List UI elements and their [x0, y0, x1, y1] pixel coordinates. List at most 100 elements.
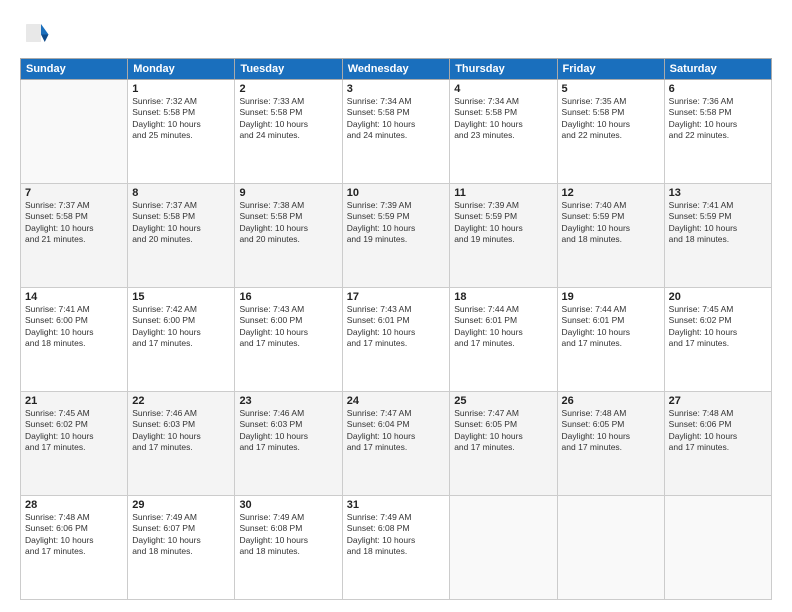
- calendar-cell: [664, 496, 771, 600]
- logo-icon: [20, 18, 50, 48]
- calendar-cell: 13Sunrise: 7:41 AM Sunset: 5:59 PM Dayli…: [664, 184, 771, 288]
- calendar-cell: 20Sunrise: 7:45 AM Sunset: 6:02 PM Dayli…: [664, 288, 771, 392]
- calendar-cell: 22Sunrise: 7:46 AM Sunset: 6:03 PM Dayli…: [128, 392, 235, 496]
- calendar-cell: 1Sunrise: 7:32 AM Sunset: 5:58 PM Daylig…: [128, 80, 235, 184]
- day-number: 16: [239, 291, 337, 303]
- calendar-cell: 16Sunrise: 7:43 AM Sunset: 6:00 PM Dayli…: [235, 288, 342, 392]
- day-info: Sunrise: 7:45 AM Sunset: 6:02 PM Dayligh…: [669, 304, 767, 350]
- day-number: 17: [347, 291, 446, 303]
- calendar-cell: 15Sunrise: 7:42 AM Sunset: 6:00 PM Dayli…: [128, 288, 235, 392]
- calendar-cell: 27Sunrise: 7:48 AM Sunset: 6:06 PM Dayli…: [664, 392, 771, 496]
- calendar-cell: 29Sunrise: 7:49 AM Sunset: 6:07 PM Dayli…: [128, 496, 235, 600]
- calendar-cell: 10Sunrise: 7:39 AM Sunset: 5:59 PM Dayli…: [342, 184, 450, 288]
- calendar-col-saturday: Saturday: [664, 59, 771, 80]
- day-number: 26: [562, 395, 660, 407]
- calendar-cell: 14Sunrise: 7:41 AM Sunset: 6:00 PM Dayli…: [21, 288, 128, 392]
- day-number: 23: [239, 395, 337, 407]
- day-number: 12: [562, 187, 660, 199]
- calendar-cell: 9Sunrise: 7:38 AM Sunset: 5:58 PM Daylig…: [235, 184, 342, 288]
- day-info: Sunrise: 7:38 AM Sunset: 5:58 PM Dayligh…: [239, 200, 337, 246]
- day-info: Sunrise: 7:43 AM Sunset: 6:00 PM Dayligh…: [239, 304, 337, 350]
- calendar-header-row: SundayMondayTuesdayWednesdayThursdayFrid…: [21, 59, 772, 80]
- day-number: 5: [562, 83, 660, 95]
- calendar-col-friday: Friday: [557, 59, 664, 80]
- calendar-cell: 30Sunrise: 7:49 AM Sunset: 6:08 PM Dayli…: [235, 496, 342, 600]
- day-info: Sunrise: 7:32 AM Sunset: 5:58 PM Dayligh…: [132, 96, 230, 142]
- day-number: 3: [347, 83, 446, 95]
- calendar-cell: 12Sunrise: 7:40 AM Sunset: 5:59 PM Dayli…: [557, 184, 664, 288]
- calendar-cell: [450, 496, 557, 600]
- day-info: Sunrise: 7:33 AM Sunset: 5:58 PM Dayligh…: [239, 96, 337, 142]
- calendar-table: SundayMondayTuesdayWednesdayThursdayFrid…: [20, 58, 772, 600]
- day-number: 20: [669, 291, 767, 303]
- day-number: 10: [347, 187, 446, 199]
- calendar-cell: 24Sunrise: 7:47 AM Sunset: 6:04 PM Dayli…: [342, 392, 450, 496]
- calendar-col-sunday: Sunday: [21, 59, 128, 80]
- day-info: Sunrise: 7:36 AM Sunset: 5:58 PM Dayligh…: [669, 96, 767, 142]
- day-info: Sunrise: 7:34 AM Sunset: 5:58 PM Dayligh…: [347, 96, 446, 142]
- day-number: 19: [562, 291, 660, 303]
- day-number: 29: [132, 499, 230, 511]
- day-info: Sunrise: 7:48 AM Sunset: 6:05 PM Dayligh…: [562, 408, 660, 454]
- day-info: Sunrise: 7:34 AM Sunset: 5:58 PM Dayligh…: [454, 96, 552, 142]
- calendar-col-tuesday: Tuesday: [235, 59, 342, 80]
- calendar-cell: 21Sunrise: 7:45 AM Sunset: 6:02 PM Dayli…: [21, 392, 128, 496]
- calendar-cell: 4Sunrise: 7:34 AM Sunset: 5:58 PM Daylig…: [450, 80, 557, 184]
- day-number: 22: [132, 395, 230, 407]
- calendar-week-row: 14Sunrise: 7:41 AM Sunset: 6:00 PM Dayli…: [21, 288, 772, 392]
- day-number: 27: [669, 395, 767, 407]
- day-info: Sunrise: 7:37 AM Sunset: 5:58 PM Dayligh…: [132, 200, 230, 246]
- calendar-cell: [557, 496, 664, 600]
- calendar-col-wednesday: Wednesday: [342, 59, 450, 80]
- day-number: 4: [454, 83, 552, 95]
- calendar-col-thursday: Thursday: [450, 59, 557, 80]
- calendar-page: SundayMondayTuesdayWednesdayThursdayFrid…: [0, 0, 792, 612]
- day-number: 9: [239, 187, 337, 199]
- calendar-col-monday: Monday: [128, 59, 235, 80]
- day-info: Sunrise: 7:49 AM Sunset: 6:08 PM Dayligh…: [239, 512, 337, 558]
- calendar-cell: 18Sunrise: 7:44 AM Sunset: 6:01 PM Dayli…: [450, 288, 557, 392]
- day-info: Sunrise: 7:48 AM Sunset: 6:06 PM Dayligh…: [25, 512, 123, 558]
- day-number: 1: [132, 83, 230, 95]
- day-info: Sunrise: 7:39 AM Sunset: 5:59 PM Dayligh…: [454, 200, 552, 246]
- calendar-cell: 11Sunrise: 7:39 AM Sunset: 5:59 PM Dayli…: [450, 184, 557, 288]
- day-info: Sunrise: 7:47 AM Sunset: 6:04 PM Dayligh…: [347, 408, 446, 454]
- calendar-cell: 5Sunrise: 7:35 AM Sunset: 5:58 PM Daylig…: [557, 80, 664, 184]
- calendar-cell: 3Sunrise: 7:34 AM Sunset: 5:58 PM Daylig…: [342, 80, 450, 184]
- calendar-cell: 31Sunrise: 7:49 AM Sunset: 6:08 PM Dayli…: [342, 496, 450, 600]
- day-info: Sunrise: 7:45 AM Sunset: 6:02 PM Dayligh…: [25, 408, 123, 454]
- calendar-cell: 17Sunrise: 7:43 AM Sunset: 6:01 PM Dayli…: [342, 288, 450, 392]
- day-number: 13: [669, 187, 767, 199]
- calendar-cell: 7Sunrise: 7:37 AM Sunset: 5:58 PM Daylig…: [21, 184, 128, 288]
- calendar-cell: 25Sunrise: 7:47 AM Sunset: 6:05 PM Dayli…: [450, 392, 557, 496]
- day-number: 6: [669, 83, 767, 95]
- day-info: Sunrise: 7:41 AM Sunset: 6:00 PM Dayligh…: [25, 304, 123, 350]
- day-info: Sunrise: 7:43 AM Sunset: 6:01 PM Dayligh…: [347, 304, 446, 350]
- calendar-cell: 2Sunrise: 7:33 AM Sunset: 5:58 PM Daylig…: [235, 80, 342, 184]
- day-info: Sunrise: 7:39 AM Sunset: 5:59 PM Dayligh…: [347, 200, 446, 246]
- day-info: Sunrise: 7:44 AM Sunset: 6:01 PM Dayligh…: [454, 304, 552, 350]
- calendar-cell: 28Sunrise: 7:48 AM Sunset: 6:06 PM Dayli…: [21, 496, 128, 600]
- day-number: 11: [454, 187, 552, 199]
- calendar-cell: 6Sunrise: 7:36 AM Sunset: 5:58 PM Daylig…: [664, 80, 771, 184]
- calendar-cell: 26Sunrise: 7:48 AM Sunset: 6:05 PM Dayli…: [557, 392, 664, 496]
- calendar-cell: 23Sunrise: 7:46 AM Sunset: 6:03 PM Dayli…: [235, 392, 342, 496]
- day-info: Sunrise: 7:49 AM Sunset: 6:08 PM Dayligh…: [347, 512, 446, 558]
- logo: [20, 18, 54, 48]
- day-number: 7: [25, 187, 123, 199]
- day-number: 18: [454, 291, 552, 303]
- day-info: Sunrise: 7:49 AM Sunset: 6:07 PM Dayligh…: [132, 512, 230, 558]
- day-info: Sunrise: 7:42 AM Sunset: 6:00 PM Dayligh…: [132, 304, 230, 350]
- calendar-week-row: 21Sunrise: 7:45 AM Sunset: 6:02 PM Dayli…: [21, 392, 772, 496]
- day-number: 8: [132, 187, 230, 199]
- day-number: 31: [347, 499, 446, 511]
- day-info: Sunrise: 7:47 AM Sunset: 6:05 PM Dayligh…: [454, 408, 552, 454]
- calendar-week-row: 7 Sunrise: 7:37 AM Sunset: 5:58 PM Daylig…: [21, 184, 772, 288]
- header: [20, 18, 772, 48]
- calendar-week-row: 1Sunrise: 7:32 AM Sunset: 5:58 PM Daylig…: [21, 80, 772, 184]
- calendar-cell: 19Sunrise: 7:44 AM Sunset: 6:01 PM Dayli…: [557, 288, 664, 392]
- day-number: 2: [239, 83, 337, 95]
- day-number: 24: [347, 395, 446, 407]
- day-number: 28: [25, 499, 123, 511]
- day-number: 21: [25, 395, 123, 407]
